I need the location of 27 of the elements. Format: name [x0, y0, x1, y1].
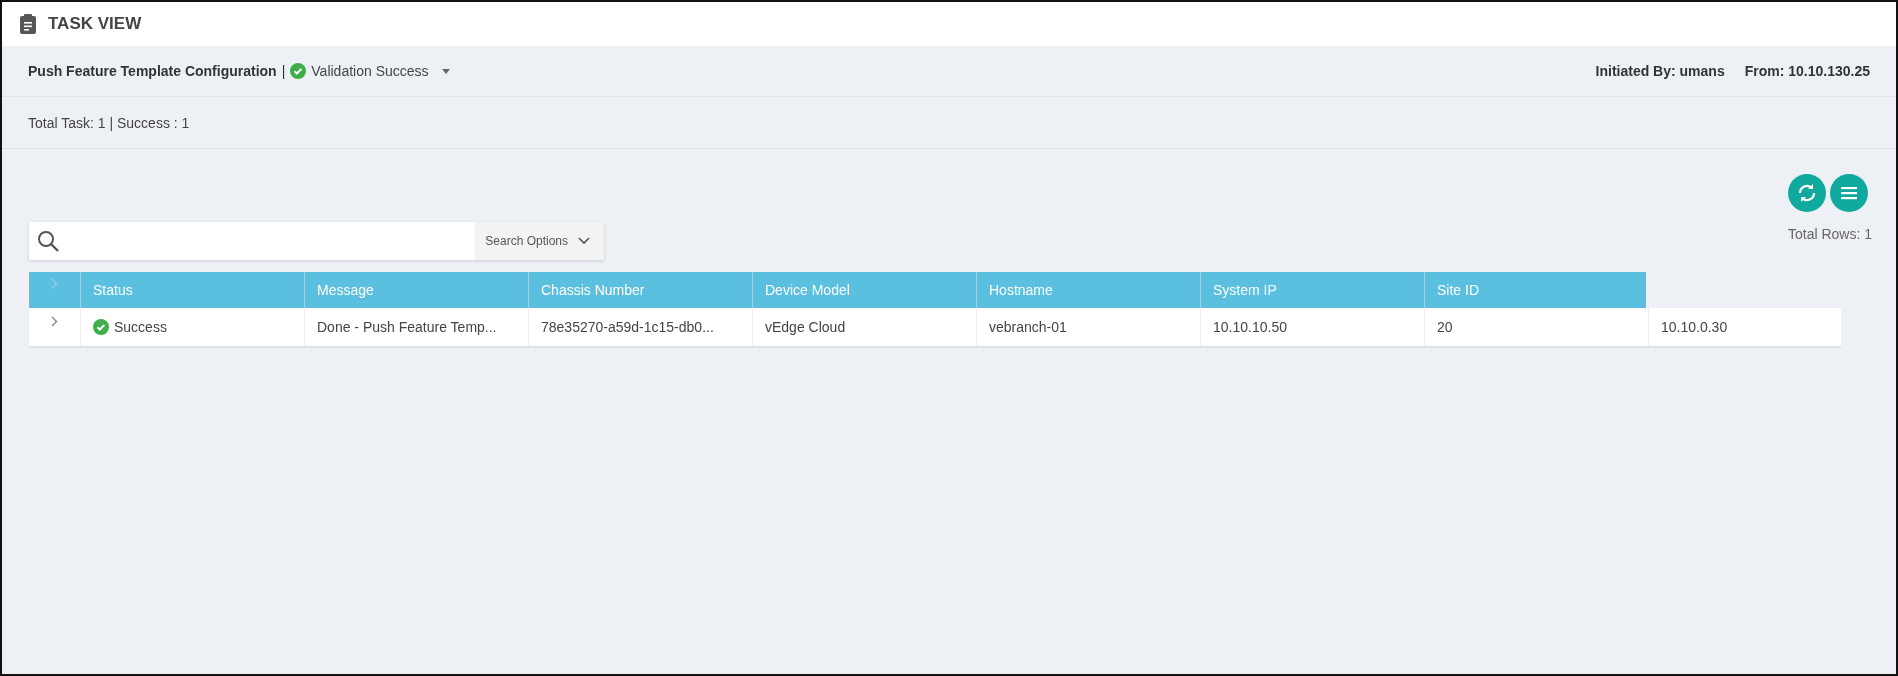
- clipboard-icon: [20, 14, 36, 34]
- table-cell: 10.10.0.30: [1648, 308, 1841, 346]
- refresh-button[interactable]: [1788, 174, 1826, 212]
- check-circle-icon: [290, 63, 307, 79]
- menu-button[interactable]: [1830, 174, 1868, 212]
- table-cell: 78e35270-a59d-1c15-db0...: [528, 308, 752, 346]
- total-rows-text: Total Rows: 1: [1787, 226, 1872, 242]
- source-ip-text: From: 10.10.130.25: [1744, 63, 1870, 79]
- expand-chevron-icon[interactable]: [49, 316, 60, 327]
- chevron-down-icon: [578, 237, 590, 245]
- search-icon: [37, 230, 59, 252]
- table-cell: vEdge Cloud: [752, 308, 976, 346]
- task-name: Push Feature Template Configuration: [28, 63, 277, 79]
- validation-status: Validation Success: [311, 63, 429, 79]
- table-cell: Done - Push Feature Temp...: [304, 308, 528, 346]
- initiated-by-text: Initiated By: umans: [1595, 63, 1725, 79]
- separator-text: |: [281, 63, 286, 79]
- table-cell: vebranch-01: [976, 308, 1200, 346]
- status-text: Success: [114, 319, 167, 335]
- task-summary: Total Task: 1 | Success : 1: [28, 114, 190, 131]
- dropdown-caret-icon[interactable]: [441, 68, 450, 74]
- table-cell: 20: [1424, 308, 1648, 346]
- check-circle-icon: [93, 319, 109, 335]
- search-field[interactable]: Search Options: [29, 222, 604, 260]
- table-cell: 10.10.10.50: [1200, 308, 1424, 346]
- page-title: TASK VIEW: [48, 14, 142, 34]
- search-options-button[interactable]: Search Options: [475, 222, 604, 260]
